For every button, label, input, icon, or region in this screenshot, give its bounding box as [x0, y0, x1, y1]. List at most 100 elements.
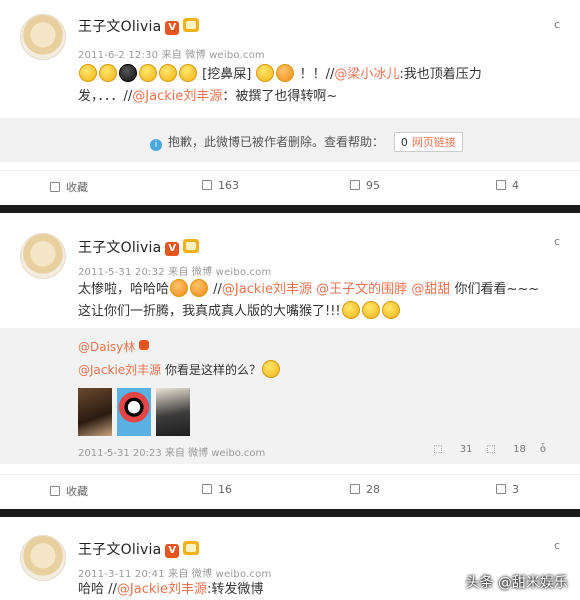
emoji-icon [190, 279, 209, 297]
verified-icon: V [165, 242, 180, 256]
help-link-button[interactable]: 0 网页链接 [393, 132, 463, 152]
text-segment: 哈哈 // [78, 582, 117, 597]
deleted-notice-text: 抱歉，此微博已被作者删除。查看帮助： [168, 135, 385, 149]
like-button[interactable]: 4 [496, 179, 519, 192]
favorite-button[interactable]: 收藏 [50, 179, 88, 195]
info-icon: i [150, 139, 162, 151]
watermark: 头条 @甜米娱乐 [465, 575, 568, 591]
member-crown-icon [183, 239, 200, 253]
like-count: 4 [512, 179, 519, 192]
photo-thumbnail[interactable] [156, 388, 190, 436]
photo-thumbnail[interactable] [78, 388, 112, 436]
emoji-icon [159, 64, 177, 82]
comment-count: 95 [366, 179, 380, 192]
post-meta: 2011-5-31 20:32 来自 微博 weibo.com [78, 267, 272, 278]
verified-icon: V [165, 544, 180, 558]
original-repost-count[interactable]: ⬚ 31 [433, 444, 472, 455]
member-crown-icon [183, 541, 200, 555]
avatar[interactable] [20, 14, 66, 60]
like-count: 3 [512, 483, 519, 496]
text-segment: 你看是这样的么？ [161, 363, 261, 377]
comment-count: 28 [366, 483, 380, 496]
post-text: 太惨啦，哈哈哈 //@Jackie刘丰源 @王子文的围脖 @甜甜 你们看看~~~… [78, 279, 540, 323]
post-divider [0, 509, 580, 517]
favorite-label: 收藏 [66, 485, 88, 498]
help-link-label: 网页链接 [411, 136, 456, 149]
original-meta: 2011-5-31 20:23 来自 微博 weibo.com [78, 448, 266, 459]
emoji-icon [139, 64, 157, 82]
original-text: @Jackie刘丰源 你看是这样的么？ [78, 360, 281, 378]
favorite-button[interactable]: 收藏 [50, 483, 88, 499]
photo-thumbnail[interactable] [117, 388, 151, 436]
weibo-post-2: 王子文Olivia V c 2011-5-31 20:32 来自 微博 weibo… [0, 213, 580, 508]
text-segment: 太惨啦，哈哈哈 [78, 282, 170, 297]
more-options-icon[interactable]: c [554, 235, 560, 248]
post-text: [挖鼻屎] ！！//@梁小冰儿:我也顶着压力发，．．．//@Jackie刘丰源：… [78, 64, 540, 108]
author-name-text[interactable]: 王子文Olivia [78, 19, 161, 35]
text-segment: ！！// [299, 67, 335, 82]
comment-button[interactable]: 95 [350, 179, 380, 192]
emoji-icon [361, 301, 380, 319]
original-author-text[interactable]: @Daisy林 [78, 340, 135, 354]
more-options-icon[interactable]: c [554, 18, 560, 31]
verified-icon [139, 340, 150, 350]
original-author[interactable]: @Daisy林 [78, 338, 150, 355]
favorite-icon [50, 486, 60, 496]
favorite-label: 收藏 [66, 181, 88, 194]
mention-link[interactable]: @Jackie刘丰源 [117, 582, 207, 597]
mention-link[interactable]: @Jackie刘丰源 [132, 89, 222, 104]
emoji-icon [256, 64, 275, 82]
emoji-icon [119, 64, 137, 82]
emoji-icon [79, 64, 97, 82]
comment-icon [350, 180, 360, 190]
weibo-post-1: 王子文Olivia V c 2011-6-2 12:30 来自 微博 weibo.… [0, 0, 580, 205]
repost-count: 16 [218, 483, 232, 496]
emoji-icon [381, 301, 400, 319]
verified-icon: V [165, 21, 180, 35]
repost-button[interactable]: 163 [202, 179, 239, 192]
more-options-icon[interactable]: c [554, 539, 560, 552]
emoji-icon [179, 64, 197, 82]
avatar[interactable] [20, 535, 66, 581]
original-comment-count[interactable]: ⬚ 18 [487, 444, 526, 455]
repost-button[interactable]: 16 [202, 483, 232, 496]
post-meta: 2011-6-2 12:30 来自 微博 weibo.com [78, 50, 265, 61]
post-divider [0, 205, 580, 213]
author-name[interactable]: 王子文Olivia V [78, 237, 200, 257]
comment-button[interactable]: 28 [350, 483, 380, 496]
author-name[interactable]: 王子文Olivia V [78, 16, 200, 36]
mention-link[interactable]: @Jackie刘丰源 [222, 282, 312, 297]
text-segment: :转发微博 [207, 582, 264, 597]
author-name-text[interactable]: 王子文Olivia [78, 542, 161, 558]
member-crown-icon [183, 18, 200, 32]
emoji-icon [99, 64, 117, 82]
text-segment: // [209, 282, 222, 297]
action-bar: 收藏 163 95 4 [0, 170, 580, 200]
emoji-icon [262, 360, 280, 378]
original-repost-value: 31 [459, 444, 473, 455]
author-name[interactable]: 王子文Olivia V [78, 539, 200, 559]
like-button[interactable]: 3 [496, 483, 519, 496]
author-name-text[interactable]: 王子文Olivia [78, 240, 161, 256]
mention-link[interactable]: @甜甜 [411, 282, 450, 297]
reposted-original: @Daisy林 @Jackie刘丰源 你看是这样的么？ 2011-5-31 20… [0, 328, 580, 464]
help-count: 0 [400, 136, 408, 149]
favorite-icon [50, 182, 60, 192]
repost-icon [202, 484, 212, 494]
avatar[interactable] [20, 233, 66, 279]
action-bar: 收藏 16 28 3 [0, 474, 580, 504]
original-comment-value: 18 [513, 444, 526, 455]
mention-link[interactable]: @梁小冰儿 [334, 67, 399, 82]
text-segment: [挖鼻屎] [202, 67, 252, 82]
mention-link[interactable]: @Jackie刘丰源 [78, 363, 161, 377]
like-icon [496, 180, 506, 190]
comment-icon [350, 484, 360, 494]
repost-count: 163 [218, 179, 239, 192]
emoji-icon [170, 279, 189, 297]
deleted-repost-notice: i 抱歉，此微博已被作者删除。查看帮助： 0 网页链接 [0, 118, 580, 162]
original-like-count[interactable]: ȱ [540, 444, 560, 455]
mention-link[interactable]: @王子文的围脖 [316, 282, 407, 297]
repost-icon [202, 180, 212, 190]
emoji-icon [341, 301, 360, 319]
text-segment: ：被撰了也得转啊~ [222, 89, 338, 104]
